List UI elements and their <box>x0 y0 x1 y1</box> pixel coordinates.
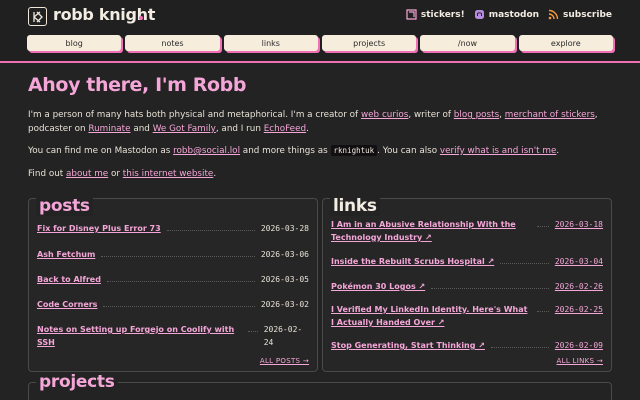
intro-text: I'm a person of many hats both physical … <box>28 110 361 120</box>
mastodon-handle-link[interactable]: robb@social.lol <box>173 146 240 156</box>
posts-heading: posts <box>36 196 93 216</box>
intro-text: . <box>556 146 560 156</box>
list-item: I Am in an Abusive Relationship With the… <box>331 218 603 244</box>
username-code: rknightuk <box>330 145 378 156</box>
leader-dots <box>490 347 549 348</box>
leader-dots <box>500 263 549 264</box>
nav-blog[interactable]: blog <box>27 35 122 51</box>
post-title-link[interactable]: Code Corners <box>37 298 97 311</box>
sticker-icon <box>406 9 417 20</box>
stickers-link[interactable]: stickers! <box>406 9 465 20</box>
intro-text: . <box>213 169 217 179</box>
rss-icon <box>548 9 559 20</box>
verify-link[interactable]: verify what is and isn't me <box>440 146 556 156</box>
post-title-link[interactable]: Back to Alfred <box>37 273 101 286</box>
post-date: 2026-03-05 <box>260 275 309 284</box>
ruminate-link[interactable]: Ruminate <box>88 124 130 134</box>
list-item: Notes on Setting up Forgejo on Coolify w… <box>37 323 309 349</box>
echofeed-link[interactable]: EchoFeed <box>264 124 306 134</box>
intro-text: . You can also <box>377 146 440 156</box>
all-posts-link[interactable]: ALL POSTS → <box>260 357 309 365</box>
intro-text: or <box>108 169 123 179</box>
links-card: links I Am in an Abusive Relationship Wi… <box>322 196 612 372</box>
site-logo-icon[interactable] <box>28 7 47 26</box>
link-date[interactable]: 2026-02-25 <box>555 303 603 316</box>
stickers-merchant-link[interactable]: merchant of stickers <box>505 110 595 120</box>
links-heading: links <box>330 196 380 216</box>
nav-now[interactable]: /now <box>420 35 515 51</box>
link-title-link[interactable]: Stop Generating, Start Thinking ↗ <box>331 339 485 352</box>
nav-notes[interactable]: notes <box>125 35 220 51</box>
nav-explore[interactable]: explore <box>518 35 613 51</box>
list-item: Back to Alfred 2026-03-05 <box>37 273 309 286</box>
list-item: Pokémon 30 Logos ↗ 2026-02-26 <box>331 280 603 293</box>
link-date[interactable]: 2026-02-09 <box>555 339 603 352</box>
site-header: robb knight stickers! mastodon subscribe <box>0 0 640 62</box>
post-title-link[interactable]: Notes on Setting up Forgejo on Coolify w… <box>37 323 242 349</box>
link-date[interactable]: 2026-02-26 <box>555 280 603 293</box>
intro-text: Find out <box>28 169 67 179</box>
link-title-link[interactable]: Inside the Rebuilt Scrubs Hospital ↗ <box>331 255 494 268</box>
posts-card: posts Fix for Disney Plus Error 73 2026-0… <box>28 196 318 372</box>
intro-text: You can find me on Mastodon as <box>28 146 174 156</box>
post-title-link[interactable]: Ash Fetchum <box>37 248 95 261</box>
stickers-label: stickers! <box>420 9 465 20</box>
list-item: I Verified My LinkedIn Identity. Here's … <box>331 303 603 329</box>
leader-dots <box>431 288 549 289</box>
subscribe-label: subscribe <box>563 9 612 20</box>
leader-dots <box>537 311 549 312</box>
link-date[interactable]: 2026-03-18 <box>555 218 603 231</box>
mastodon-link[interactable]: mastodon <box>474 9 539 20</box>
blog-posts-link[interactable]: blog posts <box>454 110 499 120</box>
intro-paragraph: I'm a person of many hats both physical … <box>28 108 618 136</box>
about-paragraph: Find out about me or this internet websi… <box>28 167 618 181</box>
main-nav: blog notes links projects /now explore <box>27 35 613 52</box>
list-item: Code Corners 2026-03-02 <box>37 298 309 311</box>
list-item: Stop Generating, Start Thinking ↗ 2026-02… <box>331 339 603 352</box>
link-title-link[interactable]: I Verified My LinkedIn Identity. Here's … <box>331 303 531 329</box>
projects-heading: projects <box>36 372 118 392</box>
post-title-link[interactable]: Fix for Disney Plus Error 73 <box>37 222 161 235</box>
post-date: 2026-03-02 <box>260 300 309 309</box>
nav-links[interactable]: links <box>223 35 318 51</box>
mastodon-label: mastodon <box>488 9 540 20</box>
link-date[interactable]: 2026-03-04 <box>555 255 603 268</box>
nav-projects[interactable]: projects <box>321 35 417 51</box>
leader-dots <box>537 226 549 227</box>
about-me-link[interactable]: about me <box>66 169 108 179</box>
we-got-family-link[interactable]: We Got Family <box>153 124 216 134</box>
mastodon-icon <box>474 10 484 19</box>
intro-text: , writer of <box>408 110 454 120</box>
this-website-link[interactable]: this internet website <box>123 169 214 179</box>
post-date: 2026-03-28 <box>260 224 309 233</box>
web-curios-link[interactable]: web curios <box>361 110 408 120</box>
list-item: Fix for Disney Plus Error 73 2026-03-28 <box>37 222 309 235</box>
leader-dots <box>101 256 255 257</box>
link-title-link[interactable]: I Am in an Abusive Relationship With the… <box>331 218 531 244</box>
intro-text: and more things as <box>240 146 331 156</box>
all-links-link[interactable]: ALL LINKS → <box>557 357 603 365</box>
page-title: Ahoy there, I'm Robb <box>28 74 247 96</box>
site-title[interactable]: robb knight <box>53 5 155 24</box>
intro-text: and <box>130 124 153 134</box>
leader-dots <box>103 306 255 307</box>
post-date: 2026-03-06 <box>260 250 309 259</box>
mastodon-paragraph: You can find me on Mastodon as robb@soci… <box>28 144 618 158</box>
list-item: Inside the Rebuilt Scrubs Hospital ↗ 2026… <box>331 255 603 268</box>
intro-text: , and I run <box>215 124 264 134</box>
list-item: Ash Fetchum 2026-03-06 <box>37 248 309 261</box>
intro-text: . <box>306 124 309 134</box>
leader-dots <box>247 331 258 332</box>
link-title-link[interactable]: Pokémon 30 Logos ↗ <box>331 280 425 293</box>
top-links: stickers! mastodon subscribe <box>406 9 612 20</box>
title-dot-icon <box>139 16 143 20</box>
post-date: 2026-02-24 <box>263 325 303 347</box>
header-divider <box>0 61 640 63</box>
leader-dots <box>166 230 255 231</box>
leader-dots <box>106 281 255 282</box>
subscribe-link[interactable]: subscribe <box>548 9 612 20</box>
